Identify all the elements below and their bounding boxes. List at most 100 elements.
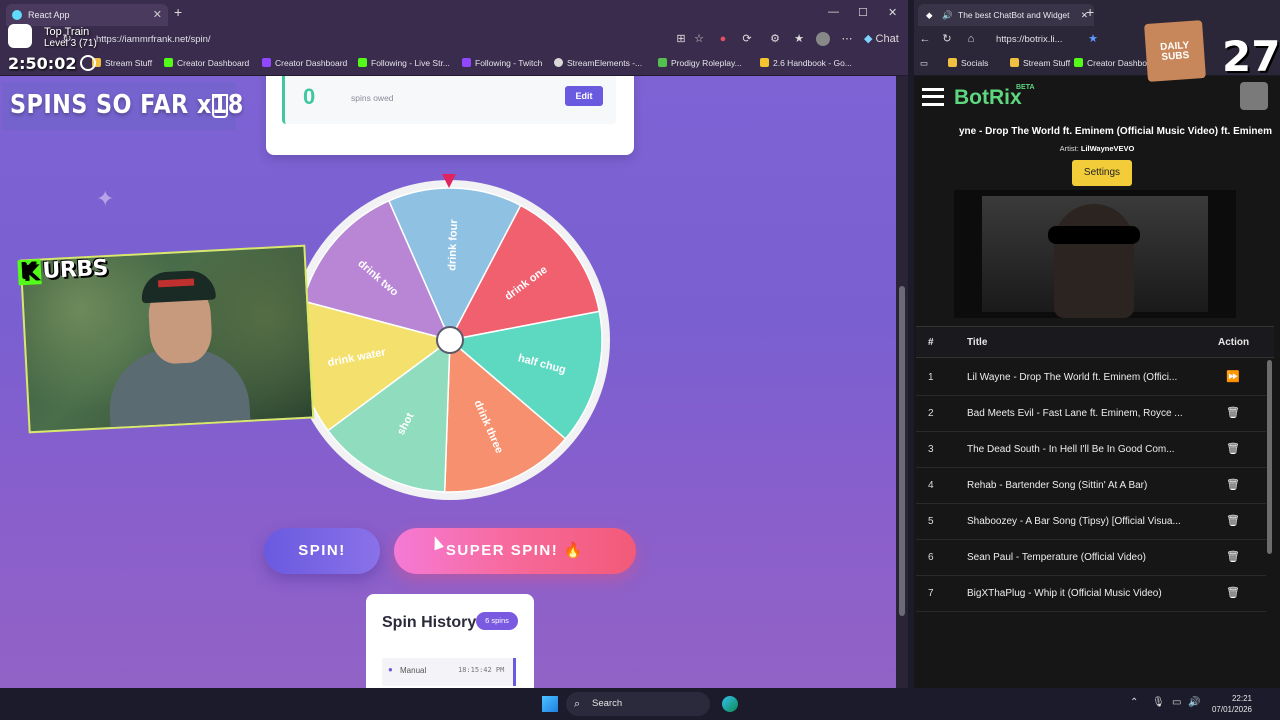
url-field[interactable]: https://botrix.li... [988, 31, 1098, 49]
bookmark-item[interactable]: Creator Dashbo [1074, 58, 1147, 68]
bookmark-item[interactable]: Socials [948, 58, 988, 68]
col-title: Title [967, 337, 988, 348]
taskbar-search[interactable]: ⌕ Search [566, 692, 710, 716]
trash-icon[interactable]: 🗑 [1226, 442, 1240, 455]
profile-avatar[interactable] [816, 32, 830, 46]
bookmark-item[interactable]: Prodigy Roleplay... [658, 58, 742, 68]
train-icon [8, 24, 32, 48]
scrollbar-thumb[interactable] [1267, 360, 1272, 554]
speaker-icon[interactable]: 🔊 [942, 4, 953, 26]
new-tab-icon[interactable]: + [1086, 4, 1094, 20]
tab-bar: ◆ 🔊 The best ChatBot and Widget ✕ + [914, 0, 1280, 28]
super-spin-button[interactable]: SUPER SPIN! 🔥 [394, 528, 636, 574]
trash-icon[interactable]: 🗑 [1226, 550, 1240, 563]
home-icon[interactable]: ⌂ [964, 32, 978, 46]
minimize-icon[interactable]: — [828, 6, 839, 18]
chat-label: Chat [875, 33, 899, 45]
refresh-icon[interactable]: ↻ [940, 32, 954, 46]
copilot-chat-button[interactable]: ◆ Chat [864, 32, 904, 46]
bookmark-label: Creator Dashbo [1087, 58, 1148, 68]
daily-subs-count: 27 [1222, 32, 1280, 81]
menu-icon[interactable] [922, 88, 944, 106]
queue-row[interactable]: 2 Bad Meets Evil - Fast Lane ft. Eminem, … [916, 396, 1266, 432]
mic-icon[interactable]: 🎙 [1152, 697, 1165, 708]
prize-wheel[interactable]: drink four drink one half chug drink three s… [282, 172, 618, 508]
bookmark-item[interactable]: Stream Stuff [92, 58, 152, 68]
artist-label: Artist: [1059, 144, 1079, 153]
tray-chevron-icon[interactable]: ⌃ [1130, 697, 1138, 708]
url-field[interactable]: https://iammrfrank.net/spin/ [88, 31, 668, 49]
spins-owed-panel: 0 spins owed Edit [282, 76, 616, 124]
scrollbar-thumb[interactable] [899, 286, 905, 616]
extension-icon[interactable]: ⟳ [740, 32, 754, 46]
user-icon: ● [388, 665, 393, 674]
bookmark-item[interactable]: Stream Stuff [1010, 58, 1070, 68]
bookmark-item[interactable]: Creator Dashboard [164, 58, 249, 68]
favorites-icon[interactable]: ★ [792, 32, 806, 46]
trash-icon[interactable]: 🗑 [1226, 478, 1240, 491]
close-tab-icon[interactable]: ✕ [153, 4, 162, 26]
tab-title: React App [28, 10, 70, 20]
col-number: # [928, 337, 934, 348]
artist-line: Artist: LilWayneVEVO [914, 144, 1280, 153]
trash-icon[interactable]: 🗑 [1226, 514, 1240, 527]
bookmark-label: Socials [961, 58, 989, 68]
more-icon[interactable]: ⋯ [840, 32, 854, 46]
back-icon[interactable]: ← [918, 32, 932, 46]
taskbar-clock[interactable]: 22:21 07/01/2026 [1204, 693, 1252, 715]
favorite-icon[interactable]: ★ [1086, 32, 1100, 46]
tab-react-app[interactable]: React App ✕ [6, 4, 168, 26]
bookmark-item[interactable]: Following - Live Str... [358, 58, 450, 68]
edit-button[interactable]: Edit [565, 86, 603, 106]
edge-browser-icon[interactable] [722, 696, 738, 712]
spin-button[interactable]: SPIN! [264, 528, 380, 574]
tab-actions-icon[interactable]: ▭ [920, 58, 928, 69]
wheel-segment-label: drink four [446, 218, 460, 270]
queue-row[interactable]: 5 Shaboozey - A Bar Song (Tipsy) [Officia… [916, 504, 1266, 540]
reader-icon[interactable]: ⊞ [674, 32, 688, 46]
queue-row-number: 6 [928, 552, 934, 563]
kick-icon [164, 58, 173, 67]
extensions-icon[interactable]: ⚙ [768, 32, 782, 46]
windows-start-icon[interactable] [542, 696, 558, 712]
trash-icon[interactable]: 🗑 [1226, 406, 1240, 419]
queue-row-title: Sean Paul - Temperature (Official Video) [967, 552, 1146, 563]
queue-row[interactable]: 4 Rehab - Bartender Song (Sittin' At A Ba… [916, 468, 1266, 504]
settings-button[interactable]: Settings [1072, 160, 1132, 186]
sparkle-icon: ✦ [96, 186, 115, 211]
new-tab-icon[interactable]: + [174, 4, 182, 20]
network-icon[interactable]: ▭ [1172, 697, 1181, 708]
page-scrollbar[interactable] [896, 76, 908, 688]
kick-icon [1074, 58, 1083, 67]
video-person [1054, 204, 1134, 318]
user-avatar[interactable] [1240, 82, 1268, 110]
kick-logo-icon: K [17, 259, 42, 286]
maximize-icon[interactable]: ☐ [858, 6, 868, 19]
streamer-name-tag: K URBS [17, 256, 109, 286]
trash-icon[interactable]: 🗑 [1226, 586, 1240, 599]
bookmark-item[interactable]: 2.6 Handbook - Go... [760, 58, 852, 68]
favorite-icon[interactable]: ☆ [692, 32, 706, 46]
queue-row[interactable]: 1 Lil Wayne - Drop The World ft. Eminem (… [916, 360, 1266, 396]
close-window-icon[interactable]: ✕ [888, 6, 897, 19]
wheel-hub [436, 326, 464, 354]
spins-so-far-text: SPINS SO FAR x18 [10, 90, 244, 120]
video-player[interactable] [954, 190, 1236, 318]
adblock-icon[interactable]: ● [716, 32, 730, 46]
volume-icon[interactable]: 🔊 [1188, 697, 1200, 708]
queue-row[interactable]: 7 BigXThaPlug - Whip it (Official Music V… [916, 576, 1266, 612]
tab-title: The best ChatBot and Widget [958, 10, 1070, 20]
tab-botrix[interactable]: ◆ 🔊 The best ChatBot and Widget ✕ [918, 4, 1094, 26]
queue-scrollbar[interactable] [1266, 360, 1274, 624]
queue-row[interactable]: 6 Sean Paul - Temperature (Official Video… [916, 540, 1266, 576]
bookmark-label: Following - Twitch [475, 58, 543, 68]
clock-icon [80, 55, 96, 71]
spins-owed-label: spins owed [351, 93, 394, 103]
copilot-icon: ◆ [864, 33, 873, 45]
queue-row[interactable]: 3 The Dead South - In Hell I'll Be In Goo… [916, 432, 1266, 468]
prodigy-icon [658, 58, 667, 67]
bookmark-item[interactable]: StreamElements -... [554, 58, 642, 68]
skip-icon[interactable]: ⏩ [1226, 370, 1240, 383]
bookmark-item[interactable]: Following - Twitch [462, 58, 542, 68]
bookmark-item[interactable]: Creator Dashboard [262, 58, 347, 68]
